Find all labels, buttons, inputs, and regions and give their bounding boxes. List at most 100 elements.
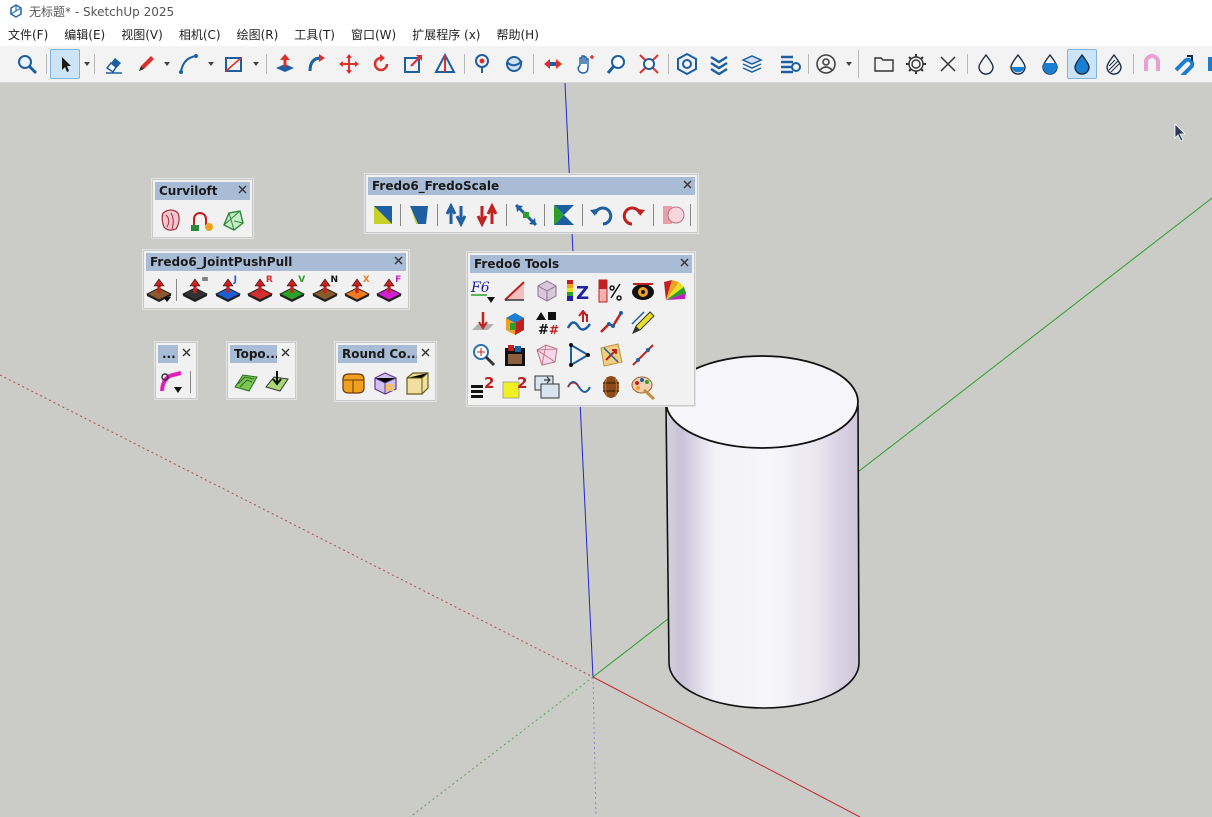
jointpushpull-panel[interactable]: Fredo6_JointPushPull = J R V N X F [143,250,409,309]
magnet-blue-icon[interactable] [1169,49,1199,79]
chevron-down-icon[interactable] [845,60,853,68]
counter-icon[interactable]: 2 [470,374,496,400]
fredo6-tools-panel[interactable]: Fredo6 Tools F6 Z # # 2 2 [467,252,695,406]
topo-panel[interactable]: Topo... [227,342,296,399]
jpp-main-icon[interactable] [146,277,172,303]
move-icon[interactable] [334,49,364,79]
copy-along-icon[interactable] [534,374,560,400]
edge-prop-icon[interactable] [630,342,656,368]
round-corner-icon[interactable] [340,370,366,396]
model-viewport[interactable]: Curviloft Fredo6_FredoScale Fredo6_Joint… [0,83,1212,817]
chevron-down-icon[interactable] [252,60,260,68]
menu-help[interactable]: 帮助(H) [492,26,544,43]
loft-along-path-icon[interactable] [189,207,215,233]
menu-file[interactable]: 文件(F) [4,26,54,43]
f6-menu-icon[interactable]: F6 [470,278,496,304]
undeform-icon[interactable] [660,202,686,228]
visibility-color-icon[interactable] [630,278,656,304]
edge-inspector-icon[interactable] [598,310,624,336]
face-counter-icon[interactable]: 2 [502,374,528,400]
fredoscale-panel[interactable]: Fredo6_FredoScale [365,174,698,233]
menu-edit[interactable]: 编辑(E) [60,26,111,43]
radial-bending-icon[interactable] [513,202,539,228]
drop-half-icon[interactable] [1003,49,1033,79]
twisting-icon[interactable] [551,202,577,228]
topo-mesh-icon[interactable] [264,369,290,395]
menu-view[interactable]: 视图(V) [117,26,169,43]
walk-icon[interactable] [467,49,497,79]
folder-icon[interactable] [869,49,899,79]
paint-palette-icon[interactable] [630,374,656,401]
layers-icon[interactable] [737,49,767,79]
panel-title[interactable]: ... [158,345,178,363]
curviloft-panel[interactable]: Curviloft [152,179,253,238]
section-plane-icon[interactable] [430,49,460,79]
scale-icon[interactable] [398,49,428,79]
mark-vertices-icon[interactable] [630,310,656,336]
chevron-down-icon[interactable] [163,60,171,68]
box-scale-icon[interactable] [370,202,396,228]
hand-icon[interactable] [570,49,600,79]
topo-contour-icon[interactable] [233,369,259,395]
angle-inspector-icon[interactable] [502,278,528,304]
small-extension-panel[interactable]: ... [155,342,197,399]
rotate-icon[interactable] [366,49,396,79]
zoom-icon[interactable] [12,49,42,79]
curve-tool-icon[interactable] [159,369,185,395]
curve-numbering-icon[interactable]: # # [534,310,560,338]
rectangle-icon[interactable] [219,49,249,79]
stretch-up-icon[interactable] [443,202,469,228]
push-pull-icon[interactable] [270,49,300,79]
drop-ground-icon[interactable] [470,310,496,336]
zoom-extents-icon[interactable] [634,49,664,79]
menu-tools[interactable]: 工具(T) [290,26,341,43]
warehouse-icon[interactable] [672,49,702,79]
solid-inspector-icon[interactable] [470,342,496,368]
arc-icon[interactable] [174,49,204,79]
panel-title[interactable]: Fredo6_FredoScale [368,177,695,195]
rotate-ccw-icon[interactable] [589,202,615,228]
drop-striped-icon[interactable] [1099,49,1129,79]
magnet-icon[interactable] [1137,49,1167,79]
menu-draw[interactable]: 绘图(R) [233,26,285,43]
follow-me-icon[interactable] [302,49,332,79]
account-icon[interactable] [811,49,841,79]
barrel-icon[interactable] [598,374,624,400]
close-icon[interactable] [681,178,694,191]
close-icon[interactable] [236,183,249,196]
mesh-inspector-icon[interactable] [534,342,560,368]
close-icon[interactable] [678,256,691,269]
drop-outline-icon[interactable] [971,49,1001,79]
remove-lonely-icon[interactable] [502,310,528,336]
menu-window[interactable]: 窗口(W) [347,26,402,43]
elevation-color-icon[interactable]: Z [566,278,592,304]
sharp-corner-icon[interactable] [372,370,398,396]
construct-face-icon[interactable] [566,342,592,368]
chevron-down-icon[interactable] [83,60,91,68]
color-fan-icon[interactable] [662,278,688,304]
curve-smooth-icon[interactable] [566,374,592,400]
bevel-icon[interactable] [404,370,430,396]
reverse-orient-icon[interactable] [566,309,592,336]
manage-materials-icon[interactable] [502,342,528,368]
pan-icon[interactable] [538,49,568,79]
loft-by-spline-icon[interactable] [158,207,184,233]
components-icon[interactable] [775,49,805,79]
thru-paint-icon[interactable] [534,278,560,304]
slope-color-icon[interactable] [598,278,624,304]
orbit-icon[interactable] [499,49,529,79]
stretch-down-icon[interactable] [474,202,500,228]
skinning-icon[interactable] [220,207,246,233]
menu-extensions[interactable]: 扩展程序 (x) [408,26,486,43]
close-icon[interactable] [392,254,405,267]
zoom-window-icon[interactable] [602,49,632,79]
more-tools-icon[interactable] [1200,49,1212,79]
drop-fill-icon[interactable] [1035,49,1065,79]
pencil-line-icon[interactable] [131,49,161,79]
drop-active-icon[interactable] [1067,49,1097,79]
select-arrow-icon[interactable] [50,49,80,79]
round-corner-panel[interactable]: Round Co... [335,342,436,401]
panel-title[interactable]: Round Co... [338,345,417,363]
eraser-icon[interactable] [99,49,129,79]
rotate-cw-icon[interactable] [620,202,646,228]
